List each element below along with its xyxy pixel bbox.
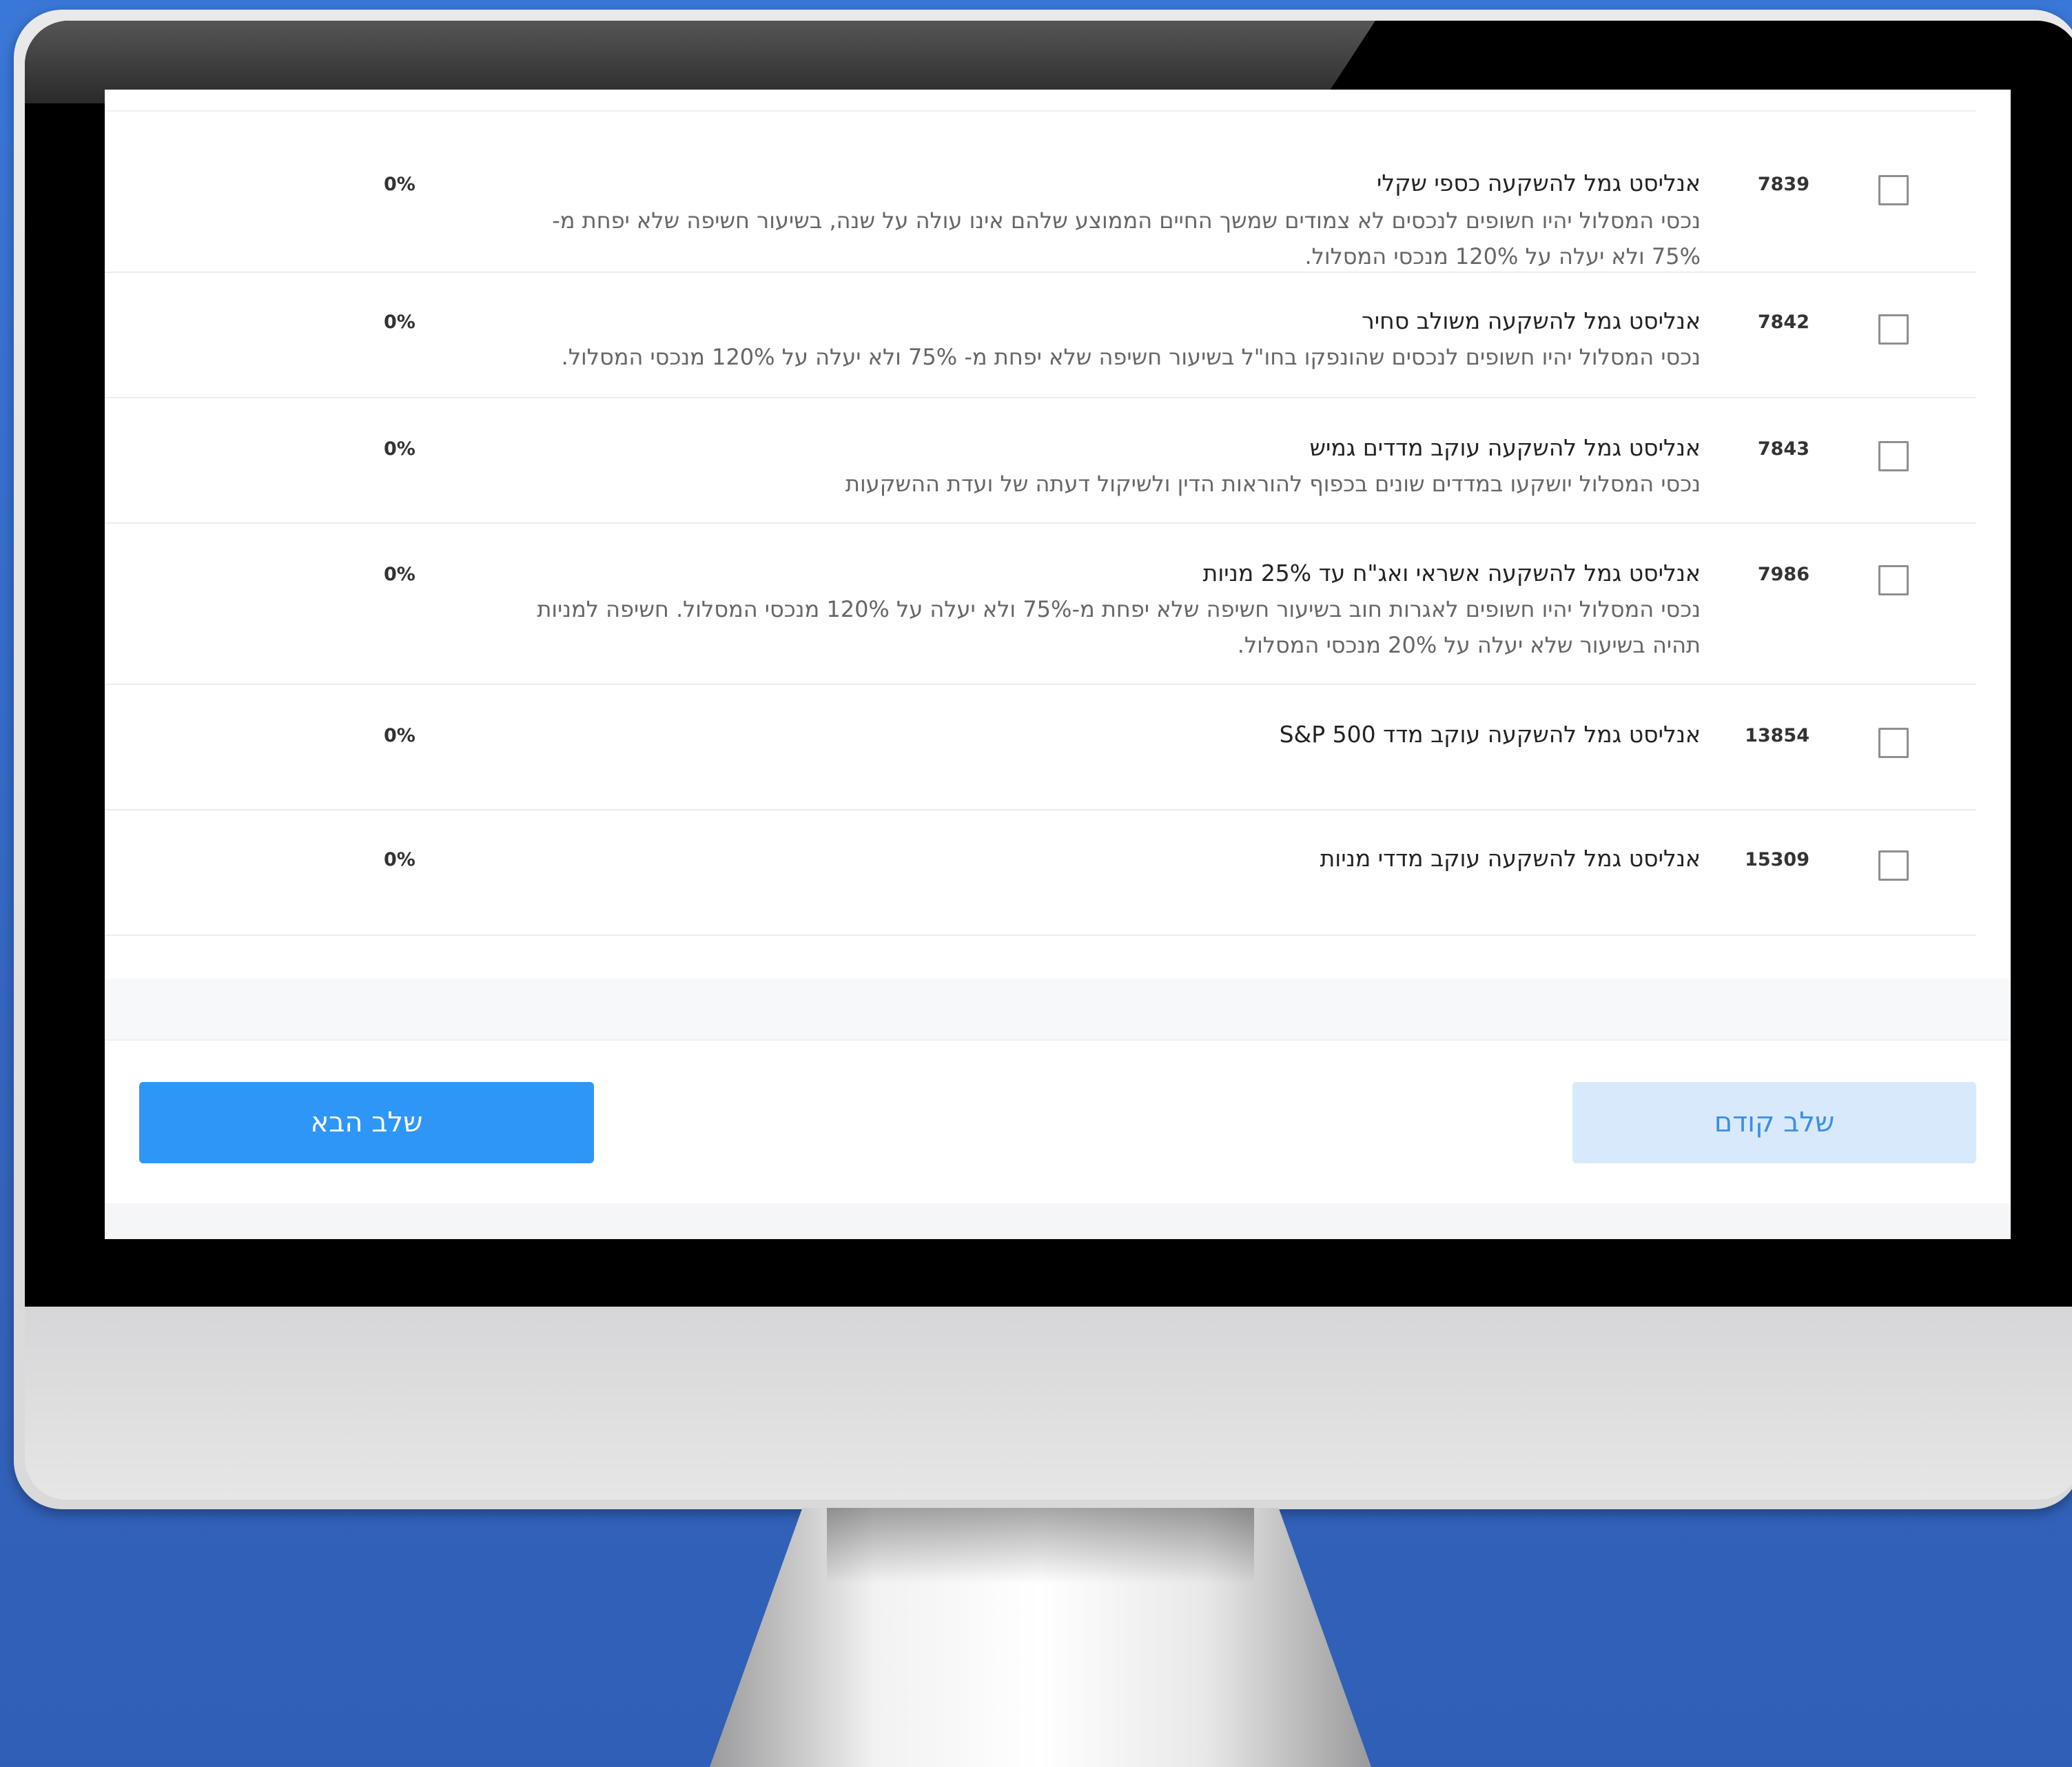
section-separator [105,979,2011,1039]
fund-checkbox[interactable] [1878,175,1909,205]
fund-title: אנליסט גמל להשקעה עוקב מדד S&P 500 [1279,721,1701,748]
table-row: 7842 אנליסט גמל להשקעה משולב סחיר נכסי ה… [105,273,1976,398]
fund-description: נכסי המסלול יהיו חשופים לנכסים לא צמודים… [552,207,1701,269]
fund-title: אנליסט גמל להשקעה עוקב מדדי מניות [1320,845,1701,872]
table-row: 13854 אנליסט גמל להשקעה עוקב מדד S&P 500… [105,685,1976,810]
fund-code: 7842 [1757,311,1809,333]
app-screen: 7839 אנליסט גמל להשקעה כספי שקלי נכסי המ… [105,90,2011,1239]
fund-code: 7986 [1757,564,1809,585]
fund-title: אנליסט גמל להשקעה עוקב מדדים גמיש [1309,434,1701,461]
fund-checkbox[interactable] [1878,728,1909,758]
fund-checkbox[interactable] [1878,565,1909,595]
stand-shadow [827,1508,1254,1584]
fund-checkbox[interactable] [1878,850,1909,881]
fund-code: 13854 [1745,725,1809,746]
table-row: 7839 אנליסט גמל להשקעה כספי שקלי נכסי המ… [105,112,1976,273]
fund-title: אנליסט גמל להשקעה כספי שקלי [1376,170,1701,196]
divider [105,1039,2011,1041]
table-row: 7986 אנליסט גמל להשקעה אשראי ואג"ח עד 25… [105,524,1976,685]
fund-percent: 0% [384,849,416,870]
next-step-button[interactable]: שלב הבא [139,1082,594,1163]
fund-percent: 0% [384,725,416,746]
fund-code: 15309 [1745,849,1809,870]
fund-title: אנליסט גמל להשקעה משולב סחיר [1362,307,1701,334]
footer-band [105,1203,2011,1239]
fund-code: 7843 [1757,438,1809,460]
previous-step-button[interactable]: שלב קודם [1572,1082,1976,1163]
fund-title: אנליסט גמל להשקעה אשראי ואג"ח עד 25% מני… [1202,560,1701,586]
fund-percent: 0% [384,311,416,333]
fund-checkbox[interactable] [1878,441,1909,471]
fund-checkbox[interactable] [1878,314,1909,345]
fund-description: נכסי המסלול יהיו חשופים לאגרות חוב בשיעו… [537,596,1701,658]
fund-description: נכסי המסלול יהיו חשופים לנכסים שהונפקו ב… [561,344,1701,370]
fund-code: 7839 [1757,174,1809,195]
table-row: 15309 אנליסט גמל להשקעה עוקב מדדי מניות … [105,810,1976,936]
fund-percent: 0% [384,174,416,195]
fund-description: נכסי המסלול יושקעו במדדים שונים בכפוף לה… [845,471,1701,497]
fund-percent: 0% [384,438,416,460]
table-row: 7843 אנליסט גמל להשקעה עוקב מדדים גמיש נ… [105,398,1976,524]
fund-percent: 0% [384,564,416,585]
monitor-chin [25,1307,2072,1500]
